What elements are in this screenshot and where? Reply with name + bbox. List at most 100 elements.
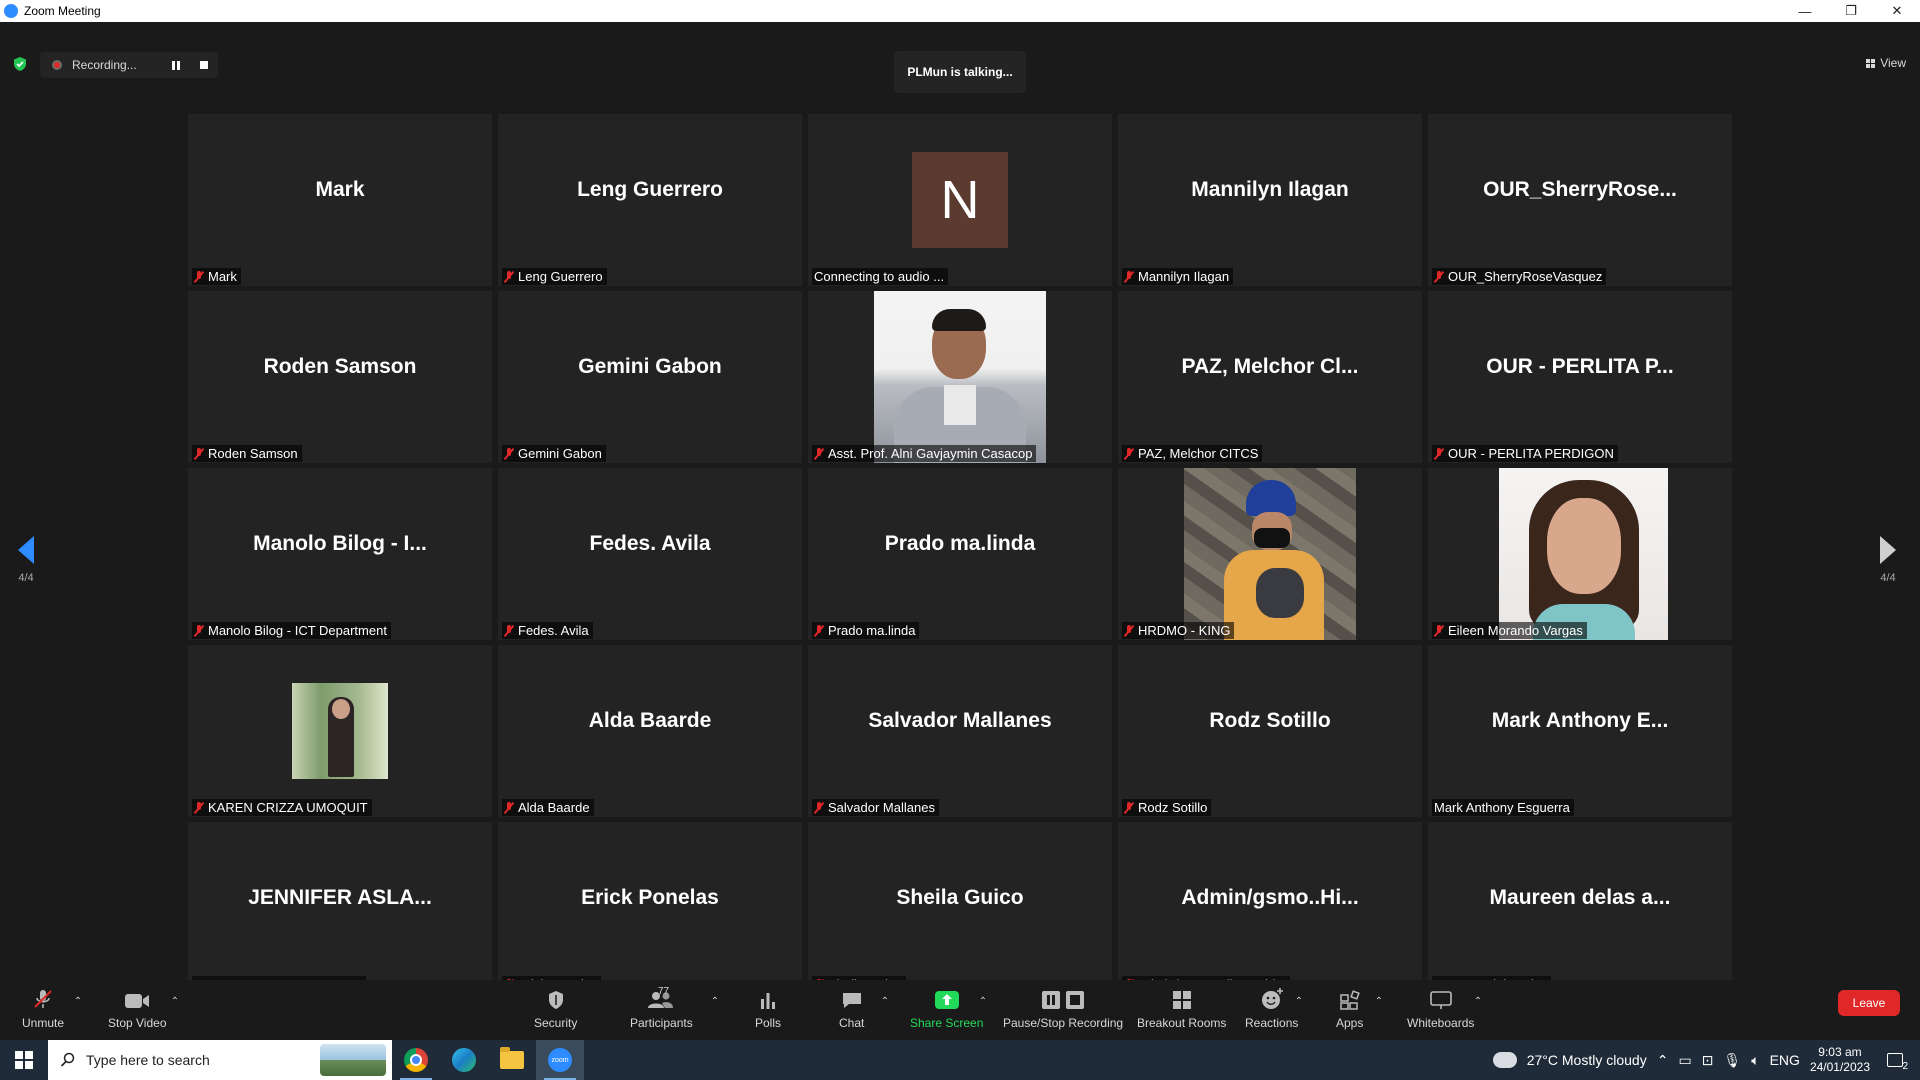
network-icon[interactable]: ⊡: [1702, 1052, 1714, 1069]
meet-now-icon[interactable]: ▭: [1678, 1052, 1691, 1069]
participant-tile[interactable]: Eileen Morando Vargas: [1428, 468, 1732, 640]
reactions-label: Reactions: [1245, 1016, 1299, 1030]
participant-tile[interactable]: HRDMO - KING: [1118, 468, 1422, 640]
participant-name-text: Prado ma.linda: [828, 623, 916, 638]
participant-name-text: OUR - PERLITA PERDIGON: [1448, 446, 1614, 461]
mic-muted-icon: [1434, 624, 1444, 637]
chat-options-caret[interactable]: ⌃: [880, 996, 890, 1007]
shield-icon: [546, 990, 566, 1010]
participant-tile[interactable]: Manolo Bilog - I... Manolo Bilog - ICT De…: [188, 468, 492, 640]
participant-display-name: Roden Samson: [263, 355, 417, 378]
participants-options-caret[interactable]: ⌃: [710, 996, 720, 1007]
participant-tile[interactable]: Prado ma.linda Prado ma.linda: [808, 468, 1112, 640]
taskbar-zoom[interactable]: zoom: [536, 1040, 584, 1080]
whiteboards-options-caret[interactable]: ⌃: [1473, 996, 1483, 1007]
taskbar-chrome[interactable]: [392, 1040, 440, 1080]
record-dot-icon: [52, 60, 62, 70]
participant-display-name: Prado ma.linda: [884, 532, 1036, 555]
taskbar-file-explorer[interactable]: [488, 1040, 536, 1080]
polls-button[interactable]: Polls: [755, 990, 781, 1030]
participant-tile[interactable]: N Connecting to audio ...: [808, 114, 1112, 286]
microphone-icon[interactable]: 🎙︎: [1723, 1052, 1741, 1069]
smiley-plus-icon: [1260, 988, 1284, 1010]
share-options-caret[interactable]: ⌃: [978, 996, 988, 1007]
participant-tile[interactable]: Sheila GuicoSheila Guico: [808, 822, 1112, 994]
arrow-right-icon[interactable]: [1880, 536, 1896, 564]
window-title-bar: Zoom Meeting — ❐ ✕: [0, 0, 1920, 22]
participant-tile[interactable]: KAREN CRIZZA UMOQUIT: [188, 645, 492, 817]
mic-muted-icon: [1434, 270, 1444, 283]
video-options-caret[interactable]: ⌃: [170, 996, 180, 1007]
pause-icon: [172, 60, 180, 70]
previous-page-nav[interactable]: 4/4: [18, 536, 34, 584]
participant-display-name: Admin/gsmo..Hi...: [1181, 886, 1359, 909]
participant-tile[interactable]: Mannilyn Ilagan Mannilyn Ilagan: [1118, 114, 1422, 286]
show-hidden-icons-chevron-icon[interactable]: ⌃: [1657, 1052, 1669, 1069]
taskbar-edge[interactable]: [440, 1040, 488, 1080]
participant-tile[interactable]: OUR_SherryRose... OUR_SherryRoseVasquez: [1428, 114, 1732, 286]
pause-stop-recording-button[interactable]: Pause/Stop Recording: [1003, 990, 1123, 1030]
arrow-left-icon[interactable]: [18, 536, 34, 564]
participant-tile[interactable]: Mark Mark: [188, 114, 492, 286]
mic-muted-icon: [1124, 624, 1134, 637]
participant-tile[interactable]: Maureen delas a...Maureen delas alas: [1428, 822, 1732, 994]
taskbar-search-box[interactable]: Type here to search: [48, 1040, 392, 1080]
participant-tile[interactable]: Rodz Sotillo Rodz Sotillo: [1118, 645, 1422, 817]
shield-icon[interactable]: [12, 56, 28, 72]
participant-tile[interactable]: Mark Anthony E... Mark Anthony Esguerra: [1428, 645, 1732, 817]
stop-recording-button[interactable]: [190, 52, 218, 78]
participant-tile[interactable]: JENNIFER ASLA...JENNIFER ASLAM- HRDMO: [188, 822, 492, 994]
notification-icon: [1887, 1053, 1903, 1067]
notifications-button[interactable]: 2: [1880, 1048, 1910, 1072]
minimize-button[interactable]: —: [1782, 0, 1828, 22]
participant-display-name: Leng Guerrero: [577, 178, 723, 201]
view-button[interactable]: View: [1866, 56, 1906, 70]
apps-options-caret[interactable]: ⌃: [1374, 996, 1384, 1007]
pause-recording-button[interactable]: [162, 52, 190, 78]
system-tray: 27°C Mostly cloudy ⌃ ▭ ⊡ 🎙︎ 🔈︎ ENG 9:03 …: [1486, 1040, 1920, 1080]
reactions-button[interactable]: Reactions: [1245, 988, 1299, 1030]
whiteboards-button[interactable]: Whiteboards: [1407, 990, 1474, 1030]
participant-tile[interactable]: Leng Guerrero Leng Guerrero: [498, 114, 802, 286]
close-button[interactable]: ✕: [1874, 0, 1920, 22]
participant-tile[interactable]: Alda Baarde Alda Baarde: [498, 645, 802, 817]
mic-muted-icon: [1124, 270, 1134, 283]
audio-options-caret[interactable]: ⌃: [73, 996, 83, 1007]
participant-tile[interactable]: OUR - PERLITA P... OUR - PERLITA PERDIGON: [1428, 291, 1732, 463]
participant-name-text: Connecting to audio ...: [814, 269, 945, 284]
language-indicator[interactable]: ENG: [1770, 1052, 1800, 1068]
participant-name-text: Eileen Morando Vargas: [1448, 623, 1583, 638]
whiteboard-icon: [1429, 990, 1453, 1010]
participant-tile[interactable]: Fedes. Avila Fedes. Avila: [498, 468, 802, 640]
stop-video-button[interactable]: Stop Video: [108, 990, 167, 1030]
participant-tile[interactable]: Admin/gsmo..Hi...Admin/gsmo..Hilapo abby: [1118, 822, 1422, 994]
chat-button[interactable]: Chat: [839, 990, 864, 1030]
volume-icon[interactable]: 🔈︎: [1751, 1052, 1759, 1069]
security-button[interactable]: Security: [534, 990, 577, 1030]
page-indicator-right: 4/4: [1880, 572, 1896, 584]
participant-tile[interactable]: Asst. Prof. Alni Gavjaymin Casacop: [808, 291, 1112, 463]
share-screen-button[interactable]: Share Screen: [910, 990, 983, 1030]
participant-tile[interactable]: Erick PonelasErick Ponelas: [498, 822, 802, 994]
participant-tile[interactable]: Gemini Gabon Gemini Gabon: [498, 291, 802, 463]
participants-button[interactable]: 77 Participants: [630, 986, 693, 1030]
participant-tile[interactable]: Salvador Mallanes Salvador Mallanes: [808, 645, 1112, 817]
apps-button[interactable]: Apps: [1336, 990, 1363, 1030]
participant-name-label: Alda Baarde: [502, 799, 594, 816]
unmute-button[interactable]: Unmute: [22, 990, 64, 1030]
search-icon: [60, 1052, 75, 1067]
window-title: Zoom Meeting: [24, 4, 101, 18]
leave-button[interactable]: Leave: [1838, 990, 1900, 1016]
participant-name-text: Fedes. Avila: [518, 623, 589, 638]
reactions-options-caret[interactable]: ⌃: [1294, 996, 1304, 1007]
participant-tile[interactable]: PAZ, Melchor Cl... PAZ, Melchor CITCS: [1118, 291, 1422, 463]
restore-button[interactable]: ❐: [1828, 0, 1874, 22]
start-button[interactable]: [0, 1040, 48, 1080]
participant-tile[interactable]: Roden Samson Roden Samson: [188, 291, 492, 463]
next-page-nav[interactable]: 4/4: [1880, 536, 1896, 584]
clock[interactable]: 9:03 am 24/01/2023: [1810, 1045, 1870, 1075]
weather-text[interactable]: 27°C Mostly cloudy: [1527, 1052, 1647, 1068]
weather-cloud-icon[interactable]: [1486, 1046, 1517, 1068]
breakout-rooms-button[interactable]: Breakout Rooms: [1137, 990, 1226, 1030]
participant-name-label: KAREN CRIZZA UMOQUIT: [192, 799, 372, 816]
